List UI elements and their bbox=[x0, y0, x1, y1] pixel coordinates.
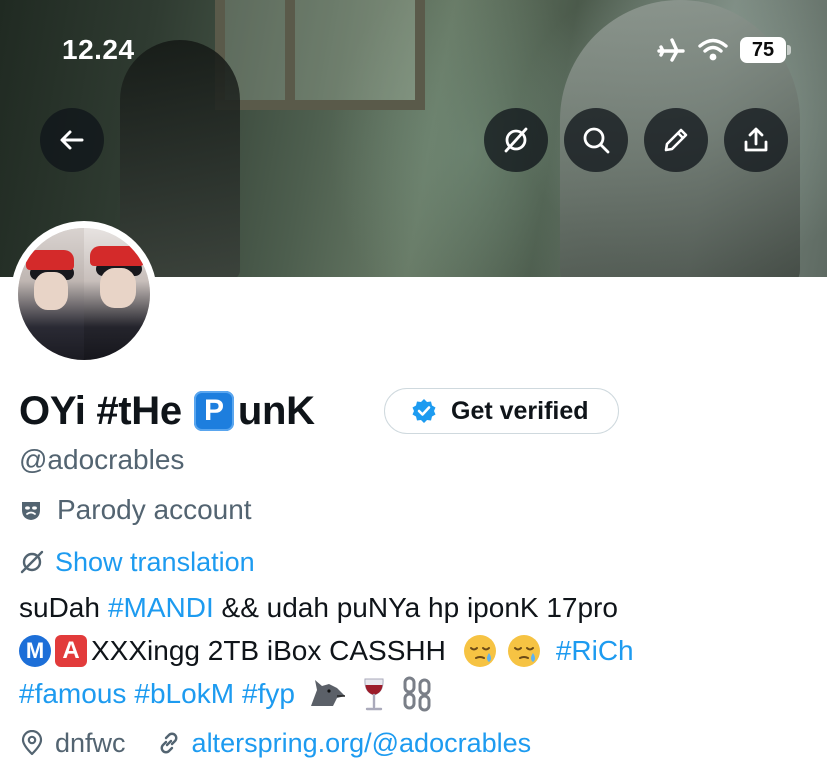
translate-icon bbox=[504, 127, 528, 153]
display-name-prefix: OYi #tHe bbox=[19, 388, 182, 433]
hashtag-link[interactable]: #RiCh bbox=[556, 629, 634, 672]
share-button[interactable] bbox=[724, 108, 788, 172]
sleepy-face-icon bbox=[507, 634, 540, 667]
display-name-row: OYi #tHe P unK bbox=[19, 386, 315, 436]
bio-text: XXXingg 2TB iBox CASSHH bbox=[91, 635, 446, 666]
edit-pencil-icon bbox=[664, 128, 688, 152]
wine-glass-icon bbox=[364, 678, 384, 710]
share-icon bbox=[744, 127, 768, 152]
get-verified-button[interactable]: Get verified bbox=[384, 388, 619, 434]
search-icon bbox=[583, 127, 610, 154]
battery-indicator: 75 bbox=[740, 37, 792, 63]
edit-button[interactable] bbox=[644, 108, 708, 172]
back-button[interactable] bbox=[40, 108, 104, 172]
hashtag-link[interactable]: #fyp bbox=[242, 672, 295, 715]
wolf-icon bbox=[310, 679, 345, 706]
chains-emoji bbox=[401, 676, 433, 712]
bio-line-1: suDah #MANDI && udah puNYa hp iponK 17pr… bbox=[19, 586, 819, 629]
bio-text: suDah bbox=[19, 592, 100, 623]
avatar-face-left bbox=[34, 272, 68, 310]
parking-p-emoji: P bbox=[193, 391, 234, 431]
avatar[interactable] bbox=[11, 221, 157, 367]
back-arrow-icon bbox=[60, 130, 84, 150]
display-name: OYi #tHe P unK bbox=[19, 389, 315, 434]
display-name-suffix: unK bbox=[237, 388, 315, 433]
airplane-icon bbox=[657, 38, 685, 62]
location-text: dnfwc bbox=[55, 727, 126, 758]
hashtag-link[interactable]: #bLokM bbox=[134, 672, 234, 715]
circled-m-emoji: M bbox=[19, 634, 51, 667]
wifi-icon bbox=[698, 38, 728, 61]
avatar-cap-right bbox=[90, 246, 144, 266]
avatar-face-right bbox=[100, 268, 136, 308]
get-verified-label: Get verified bbox=[451, 396, 589, 425]
website-link[interactable]: alterspring.org/@adocrables bbox=[192, 728, 532, 759]
chains-icon bbox=[403, 676, 431, 711]
wine-glass-emoji bbox=[359, 676, 389, 712]
battery-level: 75 bbox=[740, 37, 786, 63]
bio-line-3: #famous #bLokM #fyp bbox=[19, 672, 819, 715]
bio-text: && udah puNYa hp iponK 17pro bbox=[213, 592, 618, 623]
translate-button[interactable] bbox=[484, 108, 548, 172]
hashtag-link[interactable]: #famous bbox=[19, 672, 126, 715]
user-handle: @adocrables bbox=[19, 444, 185, 475]
show-translation-link[interactable]: Show translation bbox=[19, 544, 255, 580]
sleepy-face-emoji bbox=[462, 633, 498, 669]
wolf-emoji bbox=[307, 676, 347, 712]
verified-badge-icon bbox=[412, 399, 436, 423]
parody-label-text: Parody account bbox=[57, 494, 252, 525]
bio-line-2: M A XXXingg 2TB iBox CASSHH #RiCh bbox=[19, 629, 819, 672]
parody-mask-icon bbox=[22, 502, 40, 520]
battery-tip bbox=[787, 45, 791, 55]
sleepy-face-icon bbox=[463, 634, 496, 667]
status-time: 12.24 bbox=[62, 34, 135, 65]
avatar-image bbox=[18, 228, 150, 360]
red-a-emoji: A bbox=[55, 634, 87, 667]
location-pin-icon bbox=[21, 730, 43, 756]
profile-meta-row: dnfwc alterspring.org/@adocrables bbox=[19, 724, 531, 762]
show-translation-label: Show translation bbox=[55, 546, 255, 577]
sleepy-face-emoji bbox=[506, 633, 542, 669]
translate-icon bbox=[20, 550, 44, 574]
bio: suDah #MANDI && udah puNYa hp iponK 17pr… bbox=[19, 586, 819, 715]
search-button[interactable] bbox=[564, 108, 628, 172]
hashtag-link[interactable]: #MANDI bbox=[108, 586, 214, 629]
status-bar: 12.24 75 bbox=[0, 0, 827, 100]
avatar-cap-left bbox=[26, 250, 74, 270]
link-icon bbox=[160, 732, 177, 754]
parody-account-label[interactable]: Parody account bbox=[19, 492, 252, 528]
